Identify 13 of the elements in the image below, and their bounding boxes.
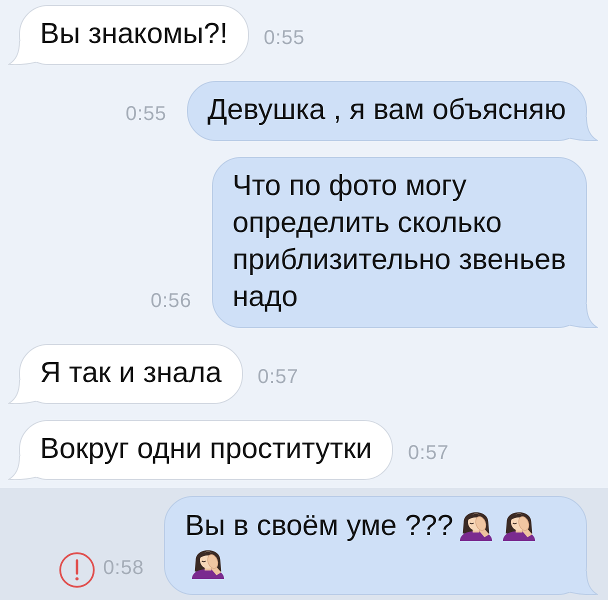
message-text: Вы в своём уме ??? (185, 510, 454, 542)
message-time: 0:58 (103, 557, 144, 580)
message-time: 0:56 (150, 290, 192, 313)
message-text: Вокруг одни проститутки (40, 433, 372, 465)
message-text: Девушка , я вам объясняю (208, 94, 566, 126)
message-text: Вы знакомы?! (40, 18, 228, 50)
message-time: 0:55 (264, 27, 305, 50)
error-icon[interactable] (59, 552, 96, 588)
message-text: Я так и знала (40, 357, 222, 389)
message-time: 0:57 (408, 442, 449, 465)
message-time: 0:55 (126, 103, 167, 126)
message-text: Что по фото могу определить сколько приблизительно звеньев надо (232, 170, 566, 313)
message-time: 0:57 (258, 366, 299, 389)
